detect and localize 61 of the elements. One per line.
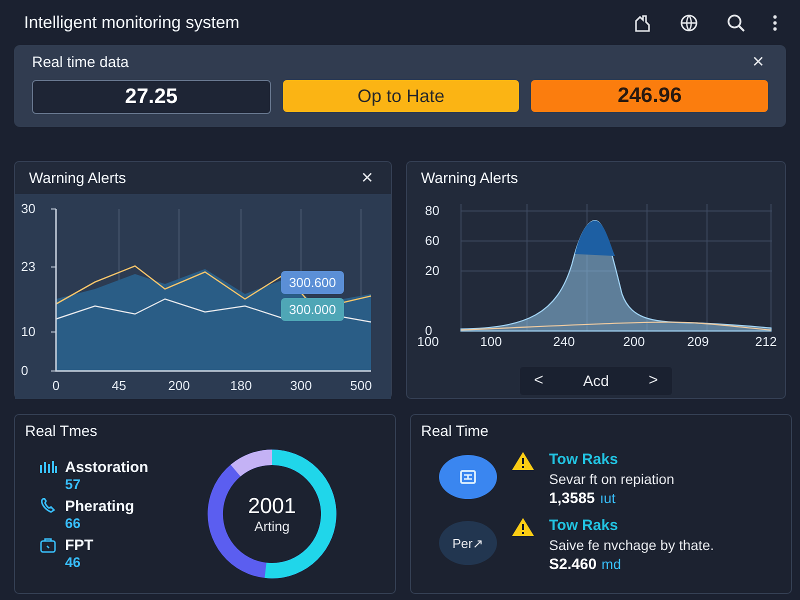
- axis-label: 100: [480, 334, 502, 349]
- axis-label: 10: [21, 324, 36, 339]
- bar-chart-icon: [39, 458, 57, 472]
- panel-title: Warning Alerts: [29, 170, 126, 186]
- alert-title: Tow Raks: [549, 517, 619, 534]
- alert-text: Sevar ft on repiation: [549, 471, 674, 487]
- value-box: Op to Hate: [282, 80, 520, 112]
- panel-title: Real time data: [32, 54, 129, 71]
- donut-label: Arting: [254, 518, 290, 534]
- bag-icon: [39, 536, 57, 552]
- pager-label: Acd: [583, 372, 609, 390]
- stat-value: 46: [65, 554, 82, 570]
- stat-label: Asstoration: [65, 458, 148, 476]
- building-icon[interactable]: [632, 12, 652, 32]
- alert-unit: ıut: [600, 490, 616, 506]
- search-icon[interactable]: [726, 12, 746, 32]
- alert-amount: S2.460: [549, 556, 597, 573]
- warning-icon: [511, 451, 535, 471]
- axis-label: 300: [290, 378, 312, 393]
- previous-button[interactable]: <: [530, 372, 548, 390]
- axis-label: 200: [623, 334, 645, 349]
- avatar: Per↗: [439, 521, 497, 565]
- alert-text: Saive fe nvchage by thate.: [549, 537, 714, 553]
- close-button[interactable]: ×: [748, 51, 768, 74]
- stat-label: FPT: [65, 536, 94, 554]
- axis-label: 23: [21, 259, 36, 274]
- globe-icon[interactable]: [678, 12, 700, 32]
- axis-label: 80: [425, 203, 440, 218]
- panel-title: Warning Alerts: [421, 170, 518, 186]
- value-badge: 300.600: [281, 271, 344, 294]
- more-icon[interactable]: [772, 14, 778, 32]
- axis-label: 20: [425, 263, 440, 278]
- window-title: Intelligent monitoring system: [24, 12, 240, 32]
- value-box: 27.25: [32, 80, 271, 114]
- axis-label: 0: [21, 363, 28, 378]
- axis-label: 180: [230, 378, 252, 393]
- warning-icon: [511, 517, 535, 537]
- axis-label: 200: [168, 378, 190, 393]
- close-button[interactable]: ×: [357, 166, 377, 190]
- value-box: 246.96: [531, 80, 768, 112]
- stat-label: Pherating: [65, 498, 134, 514]
- phone-icon: [39, 498, 57, 514]
- value-badge: 300.000: [281, 298, 344, 321]
- alert-title: Tow Raks: [549, 451, 619, 468]
- alert-amount: 1,3585: [549, 490, 595, 507]
- axis-label: 45: [112, 378, 126, 393]
- axis-label: 30: [21, 201, 36, 216]
- axis-label: 240: [553, 334, 575, 349]
- axis-label: 209: [687, 334, 709, 349]
- next-button[interactable]: >: [644, 372, 662, 390]
- axis-label: 0: [52, 378, 60, 393]
- axis-label: 212: [755, 334, 777, 349]
- panel-title: Real Time: [421, 423, 489, 440]
- stat-value: 66: [65, 514, 82, 530]
- stat-value: 57: [65, 476, 82, 492]
- donut-value: 2001: [248, 494, 296, 519]
- panel-title: Real Tmes: [25, 423, 98, 440]
- axis-label: 60: [425, 233, 440, 248]
- alert-unit: md: [602, 556, 621, 572]
- axis-label: 500: [350, 378, 372, 393]
- document-icon: [459, 469, 477, 485]
